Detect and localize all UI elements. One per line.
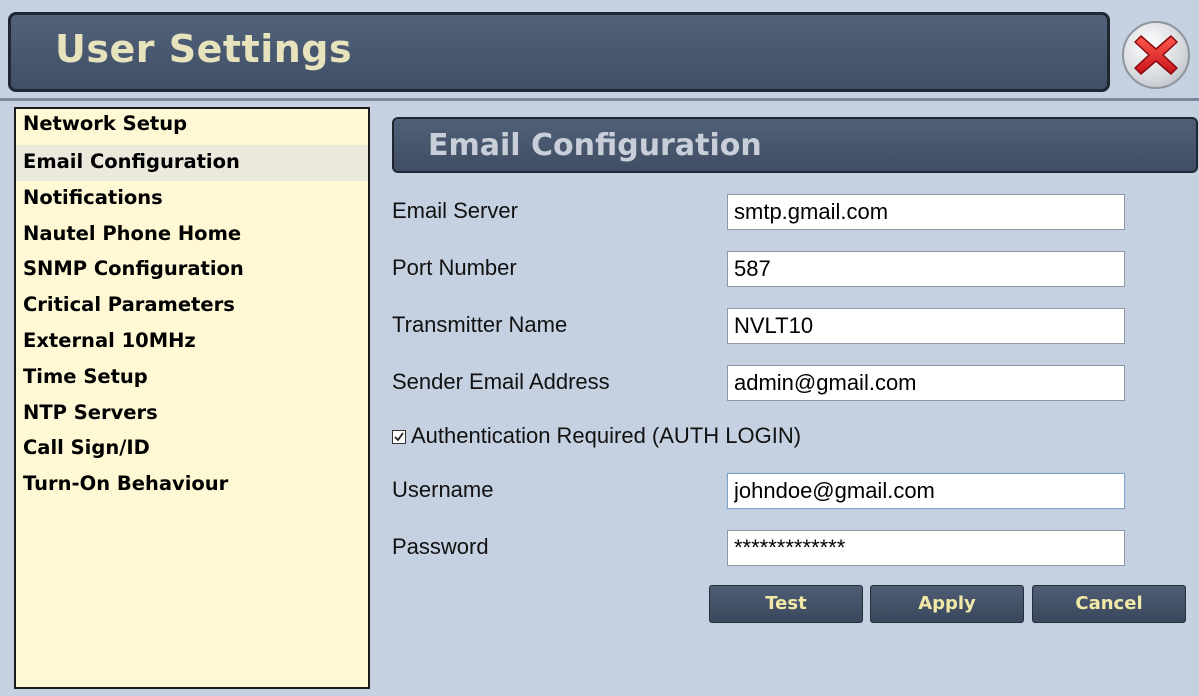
apply-button[interactable]: Apply [870,585,1024,623]
sidebar-item-critical-parameters[interactable]: Critical Parameters [16,288,368,324]
settings-sidebar: Network Setup Email Configuration Notifi… [14,107,370,689]
username-label: Username [392,477,494,502]
sidebar-item-call-sign-id[interactable]: Call Sign/ID [16,431,368,467]
transmitter-name-label: Transmitter Name [392,312,568,337]
close-button[interactable] [1122,21,1190,89]
window-title: User Settings [55,27,353,71]
header-divider [0,98,1199,101]
title-bar: User Settings [8,12,1110,92]
sidebar-item-snmp-configuration[interactable]: SNMP Configuration [16,252,368,288]
checkbox-checked-icon [392,430,406,444]
section-header: Email Configuration [392,117,1198,173]
email-server-input[interactable] [727,194,1125,230]
sidebar-item-network-setup[interactable]: Network Setup [16,109,368,145]
transmitter-name-input[interactable] [727,308,1125,344]
sidebar-item-time-setup[interactable]: Time Setup [16,360,368,396]
sidebar-item-notifications[interactable]: Notifications [16,181,368,217]
sidebar-item-nautel-phone-home[interactable]: Nautel Phone Home [16,217,368,253]
sidebar-item-ntp-servers[interactable]: NTP Servers [16,396,368,432]
sidebar-item-email-configuration[interactable]: Email Configuration [16,145,368,181]
cancel-button[interactable]: Cancel [1032,585,1186,623]
test-button[interactable]: Test [709,585,863,623]
user-settings-window: User Settings Network Setup Email Config… [0,0,1199,696]
port-number-input[interactable] [727,251,1125,287]
sender-email-label: Sender Email Address [392,369,610,394]
auth-required-label: Authentication Required (AUTH LOGIN) [411,423,802,448]
email-server-label: Email Server [392,198,518,223]
sidebar-item-turn-on-behaviour[interactable]: Turn-On Behaviour [16,467,368,503]
password-label: Password [392,534,489,559]
section-title: Email Configuration [428,128,762,163]
close-icon [1134,35,1178,75]
auth-required-checkbox[interactable]: Authentication Required (AUTH LOGIN) [392,423,801,449]
username-input[interactable] [727,473,1125,509]
port-number-label: Port Number [392,255,517,280]
sender-email-input[interactable] [727,365,1125,401]
password-input[interactable] [727,530,1125,566]
sidebar-item-external-10mhz[interactable]: External 10MHz [16,324,368,360]
